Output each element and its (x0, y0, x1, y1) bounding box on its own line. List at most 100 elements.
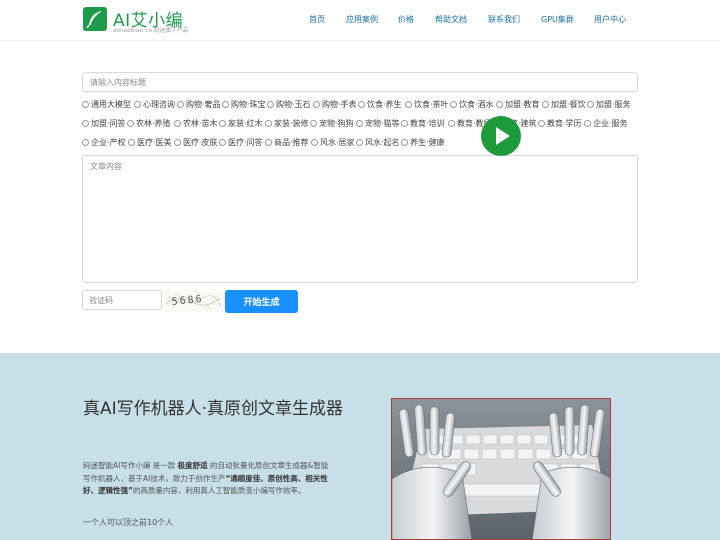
category-option[interactable]: 加盟·教育 (496, 99, 540, 110)
category-option[interactable]: 医疗·皮肤 (174, 137, 218, 148)
category-option[interactable]: 医疗·医美 (128, 137, 172, 148)
category-option[interactable]: 风水·居家 (311, 137, 355, 148)
radio-icon (127, 120, 134, 127)
category-option[interactable]: 农林·养殖 (127, 118, 171, 129)
play-icon[interactable] (481, 116, 521, 156)
radio-icon (448, 120, 455, 127)
start-generate-button[interactable]: 开始生成 (225, 290, 298, 313)
category-radio-group: 通用大模型 心理咨询 购物·奢品 购物·珠宝 购物·玉石 购物·手表 饮食·养生… (82, 99, 642, 154)
radio-icon (405, 101, 412, 108)
category-label: 饮食·养生 (367, 100, 402, 109)
category-option[interactable]: 饮食·酒水 (450, 99, 494, 110)
nav-home[interactable]: 首页 (309, 14, 325, 25)
radio-icon (219, 139, 226, 146)
radio-icon (311, 139, 318, 146)
category-label: 购物·珠宝 (231, 100, 266, 109)
nav-contact[interactable]: 联系我们 (488, 14, 520, 25)
category-option[interactable]: 心理咨询 (134, 99, 175, 110)
category-label: 教育·学历 (547, 119, 582, 128)
radio-icon (265, 120, 272, 127)
category-option[interactable]: 购物·手表 (313, 99, 357, 110)
captcha-input[interactable] (82, 290, 162, 310)
hero-description: 码迷智能AI写作小编 是一款 极度舒适 的自动批量化原创文章生成器&智能写作机器… (83, 460, 333, 498)
nav-pricing[interactable]: 价格 (398, 14, 414, 25)
category-option[interactable]: 饮食·养生 (358, 99, 402, 110)
category-label: 饮食·酒水 (459, 100, 494, 109)
radio-icon (401, 120, 408, 127)
category-label: 宠物·狗狗 (319, 119, 354, 128)
category-option[interactable]: 加盟·问答 (82, 118, 126, 129)
category-label: 教育·培训 (410, 119, 445, 128)
category-label: 宠物·猫等 (365, 119, 400, 128)
hero-desc-text: 的高质量内容，利用真人工智能质变小编写作效率。 (132, 486, 306, 495)
category-option[interactable]: 教育·培训 (401, 118, 445, 129)
nav-user-center[interactable]: 用户中心 (594, 14, 626, 25)
category-option[interactable]: 养生·健康 (401, 137, 445, 148)
radio-icon (82, 101, 89, 108)
category-option[interactable]: 购物·玉石 (267, 99, 311, 110)
hero-section: 真AI写作机器人·真原创文章生成器 码迷智能AI写作小编 是一款 极度舒适 的自… (0, 353, 720, 540)
radio-icon (174, 120, 181, 127)
nav-gpu-cluster[interactable]: GPU集群 (541, 14, 574, 25)
category-option[interactable]: 风水·起名 (356, 137, 400, 148)
radio-icon (82, 139, 89, 146)
category-label: 商品·推荐 (274, 138, 309, 147)
category-option[interactable]: 加盟·餐饮 (542, 99, 586, 110)
category-option[interactable]: 农林·苗木 (174, 118, 218, 129)
hero-title: 真AI写作机器人·真原创文章生成器 (83, 399, 344, 419)
radio-icon (496, 101, 503, 108)
category-option[interactable]: 商品·推荐 (265, 137, 309, 148)
category-option[interactable]: 企业·服务 (584, 118, 628, 129)
category-label: 医疗·问答 (228, 138, 263, 147)
category-label: 企业·产权 (91, 138, 126, 147)
category-label: 风水·居家 (320, 138, 355, 147)
category-label: 医疗·皮肤 (183, 138, 218, 147)
category-option[interactable]: 医疗·问答 (219, 137, 263, 148)
category-option[interactable]: 购物·奢品 (177, 99, 221, 110)
radio-icon (450, 101, 457, 108)
category-option[interactable]: 饮食·茶叶 (405, 99, 449, 110)
category-option[interactable]: 宠物·狗狗 (310, 118, 354, 129)
content-textarea[interactable] (82, 155, 638, 283)
category-row: 企业·产权 医疗·医美 医疗·皮肤 医疗·问答 商品·推荐 风水·居家 风水·起… (82, 137, 642, 154)
category-label: 饮食·茶叶 (414, 100, 449, 109)
category-label: 购物·手表 (322, 100, 357, 109)
hero-desc-emphasis: 极度舒适 (177, 461, 208, 470)
radio-icon (134, 101, 141, 108)
captcha-text: 5686 (171, 294, 204, 308)
captcha-image[interactable]: 5686 (164, 290, 222, 312)
title-input[interactable] (82, 72, 638, 92)
nav-cases[interactable]: 应用案例 (346, 14, 378, 25)
category-option[interactable]: 企业·产权 (82, 137, 126, 148)
category-label: 通用大模型 (91, 100, 131, 109)
radio-icon (401, 139, 408, 146)
category-option[interactable]: 家装·红木 (219, 118, 263, 129)
play-triangle-icon (496, 127, 510, 145)
radio-icon (219, 120, 226, 127)
category-option[interactable]: 宠物·猫等 (356, 118, 400, 129)
category-option[interactable]: 家装·装修 (265, 118, 309, 129)
category-option[interactable]: 教育·学历 (538, 118, 582, 129)
radio-icon (358, 101, 365, 108)
category-label: 购物·奢品 (186, 100, 221, 109)
category-label: 企业·服务 (593, 119, 628, 128)
radio-icon (356, 139, 363, 146)
promo-video[interactable] (391, 398, 611, 540)
radio-icon (174, 139, 181, 146)
hero-desc-text: 码迷智能AI写作小编 是一款 (83, 461, 178, 470)
radio-icon (538, 120, 545, 127)
category-option[interactable]: 购物·珠宝 (222, 99, 266, 110)
category-option[interactable]: 通用大模型 (82, 99, 131, 110)
radio-icon (177, 101, 184, 108)
category-label: 医疗·医美 (137, 138, 172, 147)
radio-icon (128, 139, 135, 146)
category-label: 购物·玉石 (276, 100, 311, 109)
radio-icon (584, 120, 591, 127)
robot-typing-image (392, 399, 610, 539)
category-option[interactable]: 加盟·服务 (587, 99, 631, 110)
radio-icon (310, 120, 317, 127)
category-row: 通用大模型 心理咨询 购物·奢品 购物·珠宝 购物·玉石 购物·手表 饮食·养生… (82, 99, 642, 116)
category-label: 风水·起名 (365, 138, 400, 147)
nav-help-docs[interactable]: 帮助文档 (435, 14, 467, 25)
category-label: 加盟·餐饮 (551, 100, 586, 109)
